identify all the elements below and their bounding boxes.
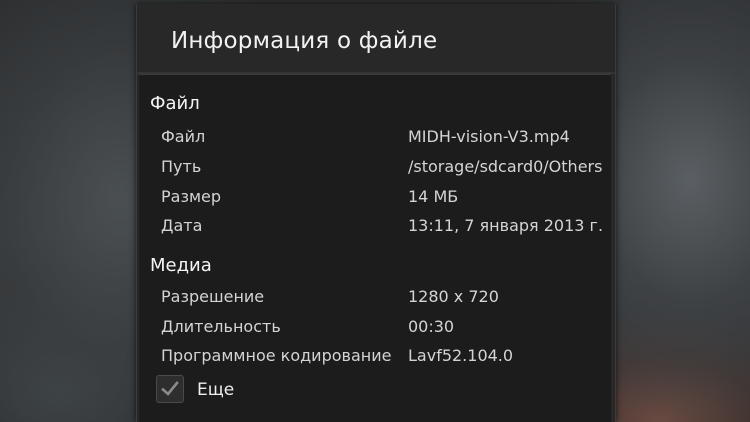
checkmark-icon [161, 381, 179, 396]
row-label-size: Размер [161, 187, 222, 206]
dialog-title-bar: Информация о файле [137, 4, 615, 72]
row-value-resolution: 1280 x 720 [408, 287, 499, 306]
more-checkbox[interactable] [156, 375, 184, 403]
more-checkbox-label[interactable]: Еще [197, 380, 234, 400]
row-label-duration: Длительность [161, 317, 281, 336]
video-background: Информация о файле Файл Файл MIDH-vision… [0, 0, 750, 422]
row-value-date: 13:11, 7 января 2013 г. [408, 216, 604, 235]
row-value-duration: 00:30 [408, 317, 455, 336]
dialog-content[interactable]: Файл Файл MIDH-vision-V3.mp4 Путь /stora… [139, 74, 611, 422]
row-label-encoder: Программное кодирование [161, 346, 392, 365]
row-value-file: MIDH-vision-V3.mp4 [408, 127, 570, 146]
row-label-resolution: Разрешение [161, 287, 265, 306]
section-header-media: Медиа [150, 255, 212, 276]
row-label-path: Путь [161, 157, 202, 176]
row-value-encoder: Lavf52.104.0 [408, 346, 514, 365]
row-label-date: Дата [161, 216, 203, 235]
file-info-dialog: Информация о файле Файл Файл MIDH-vision… [136, 4, 616, 422]
dialog-title: Информация о файле [171, 28, 438, 54]
row-value-size: 14 МБ [408, 187, 459, 206]
row-value-path: /storage/sdcard0/Others [408, 157, 603, 176]
section-header-file: Файл [150, 93, 200, 114]
row-label-file: Файл [161, 127, 206, 146]
